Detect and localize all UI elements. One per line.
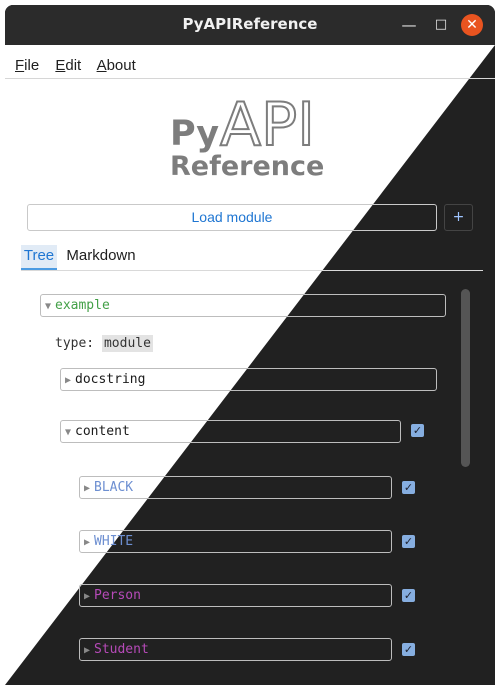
expand-arrow-icon[interactable]: ▼: [41, 296, 55, 317]
minimize-button[interactable]: —: [400, 16, 418, 34]
expand-arrow-icon[interactable]: ▶: [80, 640, 94, 661]
expand-arrow-icon[interactable]: ▶: [80, 532, 94, 553]
black-checkbox[interactable]: ✓: [402, 481, 415, 494]
menu-divider: [5, 78, 495, 79]
tree-node-white[interactable]: ▶ WHITE: [79, 530, 392, 553]
person-checkbox[interactable]: ✓: [402, 589, 415, 602]
menu-file[interactable]: File: [15, 57, 39, 74]
tree-scrollbar[interactable]: [461, 289, 470, 467]
type-line: type: module: [55, 335, 153, 352]
logo-reference: Reference: [170, 151, 324, 179]
window-title: PyAPIReference: [182, 15, 318, 33]
student-checkbox[interactable]: ✓: [402, 643, 415, 656]
tree-node-label: example: [55, 298, 110, 313]
menu-bar: File Edit About: [15, 57, 148, 74]
content-checkbox[interactable]: ✓: [411, 424, 424, 437]
menu-edit[interactable]: Edit: [55, 57, 81, 74]
menu-about[interactable]: About: [97, 57, 136, 74]
tree-node-label: WHITE: [94, 534, 134, 549]
tree-node-content[interactable]: ▼ content: [60, 420, 401, 443]
main-content: File Edit About Py API Reference Load mo…: [5, 45, 495, 685]
white-checkbox[interactable]: ✓: [402, 535, 415, 548]
add-button[interactable]: +: [444, 204, 473, 231]
tree-node-root[interactable]: ▼ example: [40, 294, 446, 317]
type-value: module: [101, 335, 153, 352]
tree-node-student[interactable]: ▶ Student: [79, 638, 392, 661]
tree-node-label: docstring: [75, 372, 146, 387]
tab-markdown[interactable]: Markdown: [63, 245, 139, 268]
tree-node-docstring[interactable]: ▶ docstring: [60, 368, 437, 391]
app-window: PyAPIReference — □ ✕ File Edit About Py …: [5, 5, 495, 685]
tree-node-label: content: [75, 424, 130, 439]
tree-node-person[interactable]: ▶ Person: [79, 584, 392, 607]
tree-node-black[interactable]: ▶ BLACK: [79, 476, 392, 499]
expand-arrow-icon[interactable]: ▶: [80, 586, 94, 607]
tree-node-label: Student: [94, 642, 149, 657]
expand-arrow-icon[interactable]: ▶: [61, 370, 75, 391]
tree-node-label: Person: [94, 588, 141, 603]
title-bar[interactable]: PyAPIReference — □ ✕: [5, 5, 495, 45]
logo-api: API: [220, 90, 315, 160]
logo-py: Py: [170, 114, 219, 154]
expand-arrow-icon[interactable]: ▼: [61, 422, 75, 443]
type-key: type:: [55, 336, 95, 351]
load-module-button[interactable]: Load module: [27, 204, 437, 231]
app-logo: Py API Reference: [170, 89, 324, 179]
tab-tree[interactable]: Tree: [21, 245, 57, 270]
tree-node-label: BLACK: [94, 480, 134, 495]
close-button[interactable]: ✕: [461, 14, 483, 36]
tab-underline: [21, 270, 483, 271]
maximize-button[interactable]: □: [432, 16, 450, 34]
expand-arrow-icon[interactable]: ▶: [80, 478, 94, 499]
